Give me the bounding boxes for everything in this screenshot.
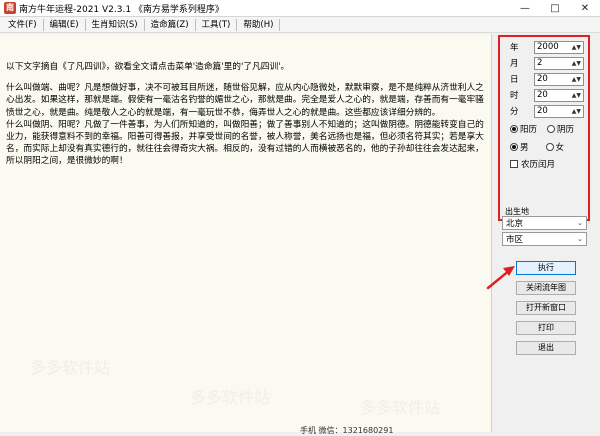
menu-edit[interactable]: 编辑(E) — [44, 18, 86, 31]
minute-row: 分 20 ▲▼ — [510, 104, 584, 118]
intro-paragraph: 以下文字摘自《了凡四训》，欲看全文请点击菜单'造命篇'里的'了凡四训'。 — [6, 62, 290, 72]
maximize-icon[interactable]: □ — [540, 0, 570, 17]
lunar-radio[interactable]: 阴历 — [547, 123, 574, 135]
month-label: 月 — [510, 59, 519, 69]
radio-selected-icon[interactable] — [510, 125, 518, 133]
province-select[interactable]: 北京 ⌄ — [502, 216, 587, 230]
window-controls: — □ ✕ — [510, 0, 600, 17]
exit-button[interactable]: 退出 — [516, 341, 576, 355]
stepper-icon[interactable]: ▲▼ — [572, 44, 581, 51]
minimize-icon[interactable]: — — [510, 0, 540, 17]
minute-stepper[interactable]: 20 ▲▼ — [534, 104, 584, 118]
day-row: 日 20 ▲▼ — [510, 72, 584, 86]
calendar-type-row: 阳历 阴历 — [510, 122, 584, 136]
close-icon[interactable]: ✕ — [570, 0, 600, 17]
month-stepper[interactable]: 2 ▲▼ — [534, 56, 584, 70]
hour-stepper[interactable]: 20 ▲▼ — [534, 88, 584, 102]
hour-label: 时 — [510, 91, 519, 101]
chevron-down-icon[interactable]: ⌄ — [577, 235, 583, 243]
leap-month-checkbox[interactable] — [510, 160, 518, 168]
menu-file[interactable]: 文件(F) — [0, 18, 44, 31]
month-row: 月 2 ▲▼ — [510, 56, 584, 70]
watermark: 多多软件站 — [190, 388, 271, 407]
watermark: 多多软件站 — [360, 398, 441, 417]
leap-month-row: 农历闰月 — [510, 157, 555, 171]
city-select[interactable]: 市区 ⌄ — [502, 232, 587, 246]
title-bar: 南 南方牛年运程-2021 V2.3.1 《南方易学系列程序》 — □ ✕ — [0, 0, 600, 17]
open-window-button[interactable]: 打开新窗口 — [516, 301, 576, 315]
menu-help[interactable]: 帮助(H) — [237, 18, 281, 31]
minute-label: 分 — [510, 107, 519, 117]
stepper-icon[interactable]: ▲▼ — [572, 92, 581, 99]
body-paragraph: 什么叫做端、曲呢？凡是想做好事，决不可被耳目所迷，随世俗见解，应从内心隐微处，默… — [6, 83, 484, 167]
stepper-icon[interactable]: ▲▼ — [572, 108, 581, 115]
radio-selected-icon[interactable] — [510, 143, 518, 151]
menu-tools[interactable]: 工具(T) — [196, 18, 238, 31]
female-radio[interactable]: 女 — [545, 141, 564, 153]
execute-button[interactable]: 执行 — [516, 261, 576, 275]
year-stepper[interactable]: 2000 ▲▼ — [534, 40, 584, 54]
solar-radio[interactable]: 阳历 — [510, 123, 537, 135]
radio-empty-icon[interactable] — [547, 125, 556, 133]
print-button[interactable]: 打印 — [516, 321, 576, 335]
stepper-icon[interactable]: ▲▼ — [572, 76, 581, 83]
watermark: 多多软件站 — [30, 358, 111, 377]
menu-bar: 文件(F) 编辑(E) 生肖知识(S) 造命篇(Z) 工具(T) 帮助(H) — [0, 17, 600, 33]
leap-month-label: 农历闰月 — [521, 160, 556, 170]
radio-empty-icon[interactable] — [545, 143, 554, 151]
hour-row: 时 20 ▲▼ — [510, 88, 584, 102]
menu-fate-making[interactable]: 造命篇(Z) — [145, 18, 196, 31]
text-pane[interactable]: 以下文字摘自《了凡四训》，欲看全文请点击菜单'造命篇'里的'了凡四训'。 什么叫… — [0, 34, 492, 432]
male-radio[interactable]: 男 — [510, 141, 529, 153]
status-text: 手机 微信：1321680291 — [300, 426, 394, 435]
chevron-down-icon[interactable]: ⌄ — [577, 219, 583, 227]
year-row: 年 2000 ▲▼ — [510, 40, 584, 54]
day-stepper[interactable]: 20 ▲▼ — [534, 72, 584, 86]
gender-row: 男 女 — [510, 140, 574, 154]
year-label: 年 — [510, 43, 519, 53]
app-icon: 南 — [4, 2, 16, 14]
menu-zodiac-knowledge[interactable]: 生肖知识(S) — [86, 18, 145, 31]
day-label: 日 — [510, 75, 519, 85]
window-title: 南方牛年运程-2021 V2.3.1 《南方易学系列程序》 — [19, 4, 224, 15]
close-chart-button[interactable]: 关闭流年图 — [516, 281, 576, 295]
stepper-icon[interactable]: ▲▼ — [572, 60, 581, 67]
